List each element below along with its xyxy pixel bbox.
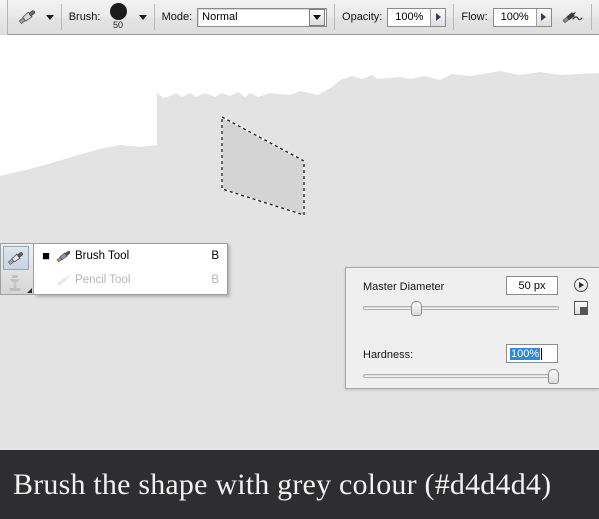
slider-track: [363, 306, 559, 310]
separator-1: [60, 4, 62, 30]
mode-label: Mode:: [161, 11, 193, 23]
caption-text: Brush the shape with grey colour (#d4d4d…: [13, 467, 552, 501]
master-diameter-input[interactable]: 50 px: [506, 276, 558, 295]
tool-flyout-menu[interactable]: ■ Brush Tool B Pencil Tool B: [0, 243, 228, 295]
separator-4: [453, 4, 455, 30]
flow-label: Flow:: [461, 11, 488, 23]
triangle-right-icon: [541, 13, 547, 21]
hardness-slider[interactable]: [363, 369, 559, 384]
hardness-input[interactable]: 100%: [506, 344, 558, 363]
paintbrush-icon[interactable]: [3, 246, 29, 270]
brush-tip-preview[interactable]: 50: [105, 3, 130, 30]
blend-mode-combobox[interactable]: Normal: [197, 7, 328, 27]
master-diameter-slider[interactable]: [363, 301, 559, 316]
brush-preset-picker-panel[interactable]: Master Diameter 50 px Hardness: 100%: [345, 267, 599, 389]
photoshop-screenshot: Brush: 50 Mode: Normal Opacity: 100% Flo…: [0, 0, 599, 519]
current-tool-preset-picker[interactable]: [14, 5, 54, 29]
clone-stamp-icon[interactable]: [5, 273, 25, 298]
opacity-slider-button[interactable]: [430, 8, 446, 26]
flow-field[interactable]: 100%: [492, 7, 552, 27]
flyout-corner-triangle-icon: [27, 288, 32, 293]
toolbar-drag-grip[interactable]: [0, 0, 8, 35]
flyout-item-pencil-tool[interactable]: Pencil Tool B: [34, 268, 227, 292]
hardness-label: Hardness:: [363, 349, 414, 361]
separator-5: [591, 4, 593, 30]
tool-flyout-list: ■ Brush Tool B Pencil Tool B: [34, 243, 228, 295]
tool-options-bar: Brush: 50 Mode: Normal Opacity: 100% Flo…: [0, 0, 599, 35]
flyout-item-brush-tool[interactable]: ■ Brush Tool B: [34, 244, 227, 268]
triangle-right-icon: [435, 13, 441, 21]
flyout-item-shortcut: B: [211, 250, 219, 262]
play-triangle-icon: [579, 282, 585, 288]
flow-value: 100%: [500, 11, 529, 23]
flyout-item-label: Pencil Tool: [75, 274, 131, 286]
slider-thumb[interactable]: [411, 301, 423, 316]
flyout-item-shortcut: B: [211, 274, 219, 286]
master-diameter-value: 50 px: [518, 279, 546, 292]
brush-label: Brush:: [68, 11, 101, 23]
text-caret: [541, 347, 543, 360]
pencil-icon: [53, 272, 75, 288]
separator-2: [153, 4, 155, 30]
filled-circle-brush-tip-icon: [109, 3, 127, 20]
brush-size-value: 50: [113, 20, 124, 30]
opacity-label: Opacity:: [342, 11, 383, 23]
master-diameter-label: Master Diameter: [363, 281, 445, 293]
slider-thumb[interactable]: [548, 369, 559, 384]
flyout-item-label: Brush Tool: [75, 250, 130, 262]
airbrush-icon[interactable]: [560, 6, 584, 28]
paintbrush-icon: [53, 248, 75, 264]
brush-chevron-down-icon[interactable]: [138, 14, 147, 20]
chevron-down-icon: [45, 14, 54, 20]
triangle-down-icon: [313, 14, 322, 20]
opacity-field[interactable]: 100%: [387, 7, 447, 27]
document-canvas[interactable]: ■ Brush Tool B Pencil Tool B Master Diam…: [0, 35, 599, 450]
panel-menu-icon[interactable]: [574, 301, 588, 315]
blend-mode-dropdown-button[interactable]: [309, 8, 326, 26]
flow-slider-button[interactable]: [535, 8, 551, 26]
blend-mode-value: Normal: [202, 11, 238, 23]
play-circle-icon[interactable]: [574, 278, 588, 292]
caption-bar: Brush the shape with grey colour (#d4d4d…: [0, 450, 599, 519]
active-tool-bullet-icon: ■: [42, 248, 50, 263]
hardness-value: 100%: [510, 347, 541, 360]
panel-menu-glyph: [580, 307, 587, 314]
separator-3: [334, 4, 336, 30]
marching-ants-quad-selection[interactable]: [218, 113, 313, 218]
paintbrush-icon: [14, 5, 40, 29]
slider-track: [363, 374, 559, 378]
opacity-value: 100%: [395, 11, 424, 23]
toolbox-brush-slot[interactable]: [0, 243, 34, 295]
